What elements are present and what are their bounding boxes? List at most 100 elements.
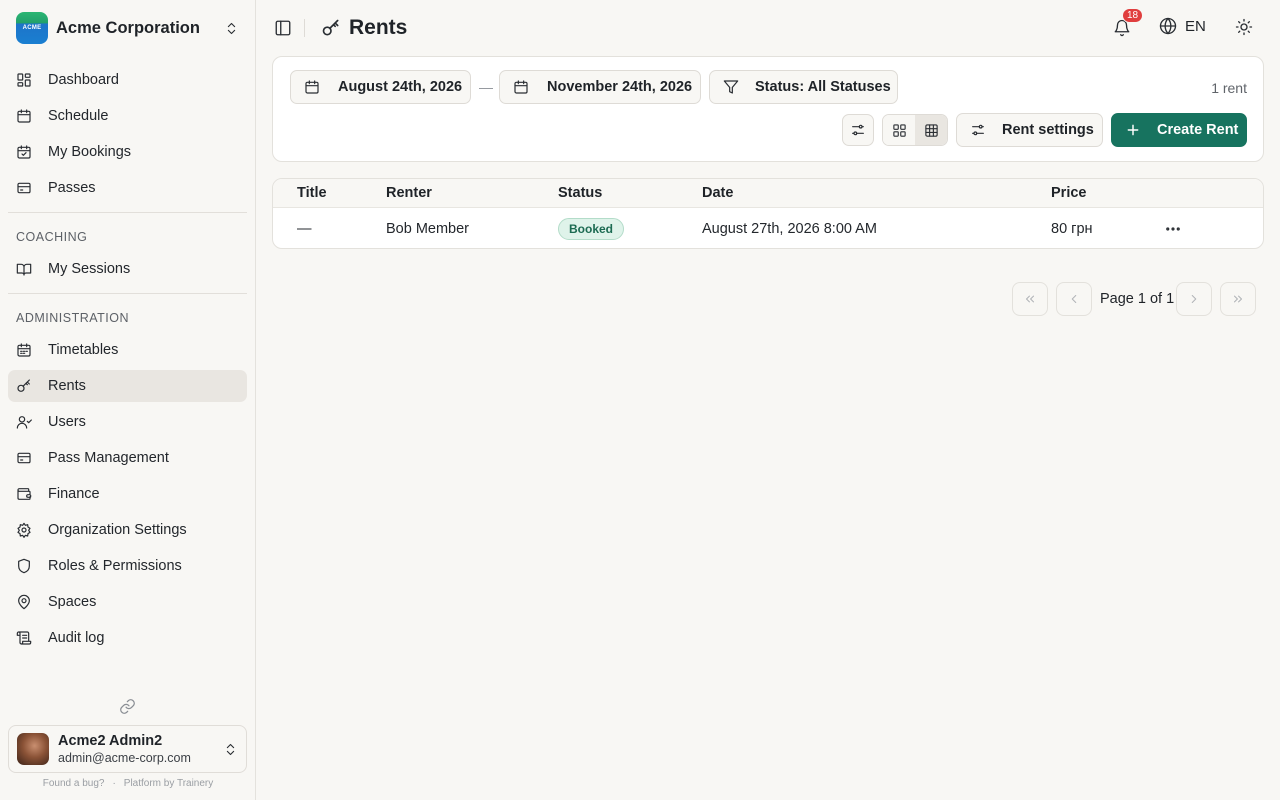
footer-separator: · [112, 778, 116, 789]
link-icon[interactable] [119, 698, 136, 715]
sidebar-item-label: Timetables [48, 342, 119, 358]
cell-date: August 27th, 2026 8:00 AM [702, 221, 877, 237]
sidebar-divider [8, 293, 247, 294]
rents-table: Title Renter Status Date Price — Bob Mem… [272, 178, 1264, 249]
sidebar-item-audit-log[interactable]: Audit log [8, 622, 247, 654]
sidebar-item-schedule[interactable]: Schedule [8, 100, 247, 132]
previous-page-button[interactable] [1056, 282, 1092, 316]
key-icon [16, 378, 32, 394]
sidebar-item-dashboard[interactable]: Dashboard [8, 64, 247, 96]
sidebar-item-timetables[interactable]: Timetables [8, 334, 247, 366]
top-bar: Rents 18 EN [256, 0, 1280, 56]
sidebar-item-my-bookings[interactable]: My Bookings [8, 136, 247, 168]
sidebar-item-finance[interactable]: Finance [8, 478, 247, 510]
cell-renter: Bob Member [386, 221, 470, 237]
table-view-button[interactable] [915, 115, 947, 145]
sidebar-item-label: Schedule [48, 108, 109, 124]
report-bug-link[interactable]: Found a bug? [43, 778, 105, 789]
user-name: Acme2 Admin2 [58, 733, 163, 749]
sidebar-item-pass-management[interactable]: Pass Management [8, 442, 247, 474]
calendar-icon [16, 108, 32, 124]
status-badge: Booked [558, 218, 625, 240]
sidebar-item-label: Finance [48, 486, 100, 502]
table-icon [924, 123, 939, 138]
date-range-separator: — [479, 79, 493, 95]
sidebar-item-users[interactable]: Users [8, 406, 247, 438]
platform-link[interactable]: Platform by Trainery [124, 778, 213, 789]
column-header-status[interactable]: Status [558, 185, 602, 201]
footer-links: Found a bug? · Platform by Trainery [0, 778, 256, 789]
language-switcher[interactable]: EN [1159, 17, 1206, 35]
calendar-icon [513, 79, 529, 95]
page-title: Rents [349, 16, 408, 39]
sidebar-item-organization-settings[interactable]: Organization Settings [8, 514, 247, 546]
chevrons-left-icon [1023, 292, 1037, 306]
sidebar-item-spaces[interactable]: Spaces [8, 586, 247, 618]
grid-icon [892, 123, 907, 138]
filter-panel: August 24th, 2026 — November 24th, 2026 … [272, 56, 1264, 162]
user-email: admin@acme-corp.com [58, 751, 191, 765]
date-from-picker[interactable]: August 24th, 2026 [290, 70, 471, 104]
sliders-icon [970, 122, 986, 138]
user-info: Acme2 Admin2 admin@acme-corp.com [58, 733, 223, 765]
sidebar-item-roles-permissions[interactable]: Roles & Permissions [8, 550, 247, 582]
next-page-button[interactable] [1176, 282, 1212, 316]
sidebar-item-my-sessions[interactable]: My Sessions [8, 253, 247, 285]
table-row[interactable]: — Bob Member Booked August 27th, 2026 8:… [273, 209, 1263, 248]
sun-icon[interactable] [1235, 18, 1253, 36]
more-horizontal-icon[interactable] [1163, 220, 1183, 238]
org-logo: ACME [16, 12, 48, 44]
sliders-icon [850, 122, 866, 138]
last-page-button[interactable] [1220, 282, 1256, 316]
users-icon [16, 414, 32, 430]
calendar-check-icon [16, 144, 32, 160]
customize-columns-button[interactable] [842, 114, 874, 146]
date-to-picker[interactable]: November 24th, 2026 [499, 70, 701, 104]
sidebar-divider [8, 212, 247, 213]
sidebar-item-label: Users [48, 414, 86, 430]
map-pin-icon [16, 594, 32, 610]
grid-view-button[interactable] [883, 115, 915, 145]
result-count: 1 rent [1211, 80, 1247, 96]
view-mode-toggle [882, 114, 948, 146]
notification-badge: 18 [1122, 8, 1144, 23]
status-filter-label: Status: All Statuses [755, 79, 891, 95]
chevrons-up-down-icon [224, 21, 239, 36]
sidebar-item-label: My Bookings [48, 144, 132, 160]
status-filter-button[interactable]: Status: All Statuses [709, 70, 898, 104]
chevron-right-icon [1187, 292, 1201, 306]
globe-icon [1159, 17, 1177, 35]
column-header-title[interactable]: Title [297, 185, 327, 201]
first-page-button[interactable] [1012, 282, 1048, 316]
sidebar-item-label: Audit log [48, 630, 105, 646]
sidebar-item-label: Rents [48, 378, 86, 394]
plus-icon [1125, 122, 1141, 138]
rent-settings-label: Rent settings [1002, 122, 1094, 138]
cell-price: 80 грн [1051, 221, 1093, 237]
column-header-date[interactable]: Date [702, 185, 733, 201]
chevrons-right-icon [1231, 292, 1245, 306]
sidebar-toggle-icon[interactable] [274, 19, 292, 37]
sidebar-item-passes[interactable]: Passes [8, 172, 247, 204]
avatar [17, 733, 49, 765]
user-menu[interactable]: Acme2 Admin2 admin@acme-corp.com [8, 725, 247, 773]
shield-icon [16, 558, 32, 574]
org-switcher[interactable]: ACME Acme Corporation [8, 8, 247, 48]
column-header-price[interactable]: Price [1051, 185, 1086, 201]
org-name: Acme Corporation [56, 18, 200, 37]
chevrons-up-down-icon [223, 742, 238, 757]
page-indicator: Page 1 of 1 [1100, 291, 1175, 307]
column-header-renter[interactable]: Renter [386, 185, 432, 201]
calendar-icon [304, 79, 320, 95]
rent-settings-button[interactable]: Rent settings [956, 113, 1103, 147]
cell-title: — [297, 221, 312, 237]
sidebar-item-label: Spaces [48, 594, 97, 610]
sidebar-item-rents[interactable]: Rents [8, 370, 247, 402]
date-from-value: August 24th, 2026 [338, 79, 463, 95]
date-to-value: November 24th, 2026 [547, 79, 693, 95]
filter-icon [723, 79, 739, 95]
sidebar-item-label: My Sessions [48, 261, 131, 277]
create-rent-button[interactable]: Create Rent [1111, 113, 1247, 147]
section-title-coaching: Coaching [16, 230, 88, 244]
sidebar-item-label: Passes [48, 180, 96, 196]
